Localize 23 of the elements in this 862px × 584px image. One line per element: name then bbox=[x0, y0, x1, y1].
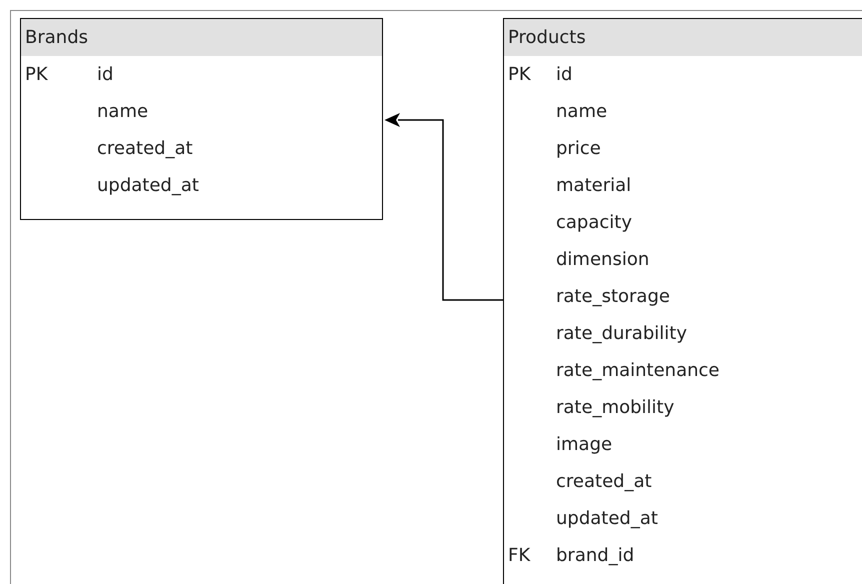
field-name: rate_storage bbox=[556, 285, 670, 309]
field-name: name bbox=[556, 100, 608, 124]
field-name: image bbox=[556, 433, 612, 457]
field-name: rate_maintenance bbox=[556, 359, 720, 383]
field-name: material bbox=[556, 174, 632, 198]
table-title: Brands bbox=[25, 27, 88, 48]
field-name: brand_id bbox=[556, 544, 634, 568]
key-label: FK bbox=[508, 545, 530, 566]
table-title: Products bbox=[508, 27, 586, 48]
field-name: rate_mobility bbox=[556, 396, 674, 420]
field-name: created_at bbox=[97, 137, 193, 161]
key-label: PK bbox=[508, 64, 531, 85]
field-name: created_at bbox=[556, 470, 652, 494]
field-name: dimension bbox=[556, 248, 650, 272]
field-name: id bbox=[556, 63, 572, 87]
field-name: updated_at bbox=[97, 174, 199, 198]
field-name: capacity bbox=[556, 211, 632, 235]
field-name: price bbox=[556, 137, 601, 161]
field-name: updated_at bbox=[556, 507, 658, 531]
field-name: name bbox=[97, 100, 148, 124]
field-name: id bbox=[97, 63, 114, 87]
key-label: PK bbox=[25, 64, 48, 85]
field-name: rate_durability bbox=[556, 322, 687, 346]
